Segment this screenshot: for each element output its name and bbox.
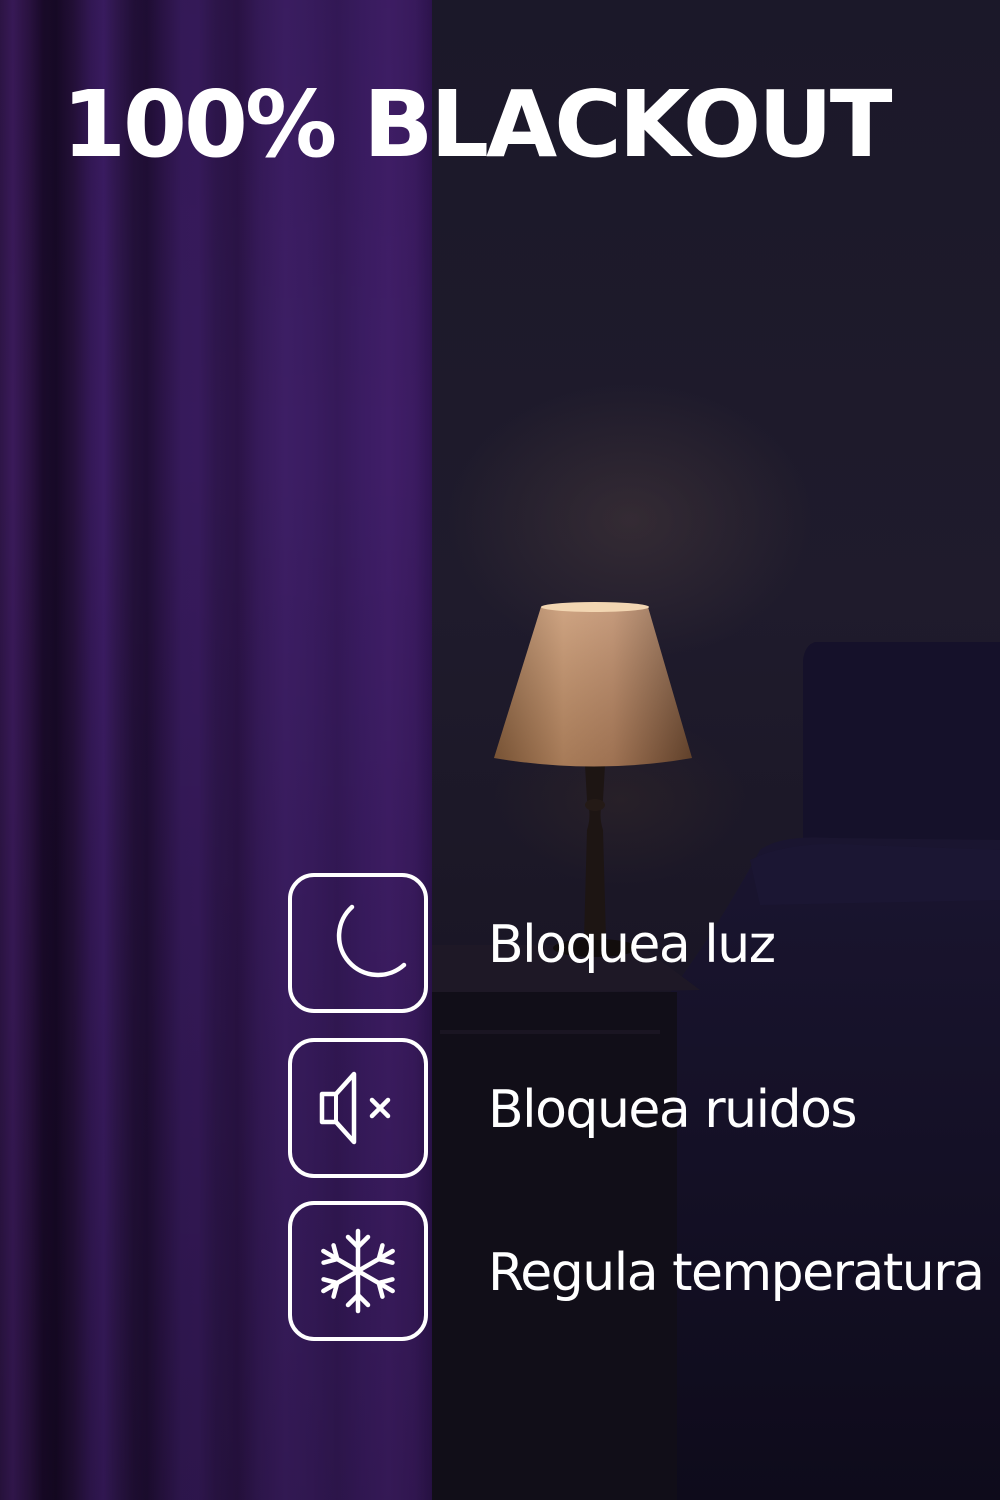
snowflake-icon xyxy=(321,1228,395,1314)
feature-block-noise: Bloquea ruidos xyxy=(288,1038,1000,1183)
headline: 100% BLACKOUT xyxy=(62,71,893,178)
speaker-muted-icon xyxy=(319,1071,391,1145)
feature-block-temperature: Regula temperatura xyxy=(288,1201,1000,1346)
feature-icon-box xyxy=(288,1038,428,1178)
feature-icon-box xyxy=(288,1201,428,1341)
moon-icon xyxy=(336,904,407,978)
product-banner: 100% BLACKOUT Bloquea luz Bloquea ruidos xyxy=(0,0,1000,1500)
feature-label: Bloquea luz xyxy=(488,915,776,975)
feature-label: Bloquea ruidos xyxy=(488,1080,857,1140)
feature-block-light: Bloquea luz xyxy=(288,873,1000,1018)
feature-icon-box xyxy=(288,873,428,1013)
feature-label: Regula temperatura xyxy=(488,1243,985,1303)
